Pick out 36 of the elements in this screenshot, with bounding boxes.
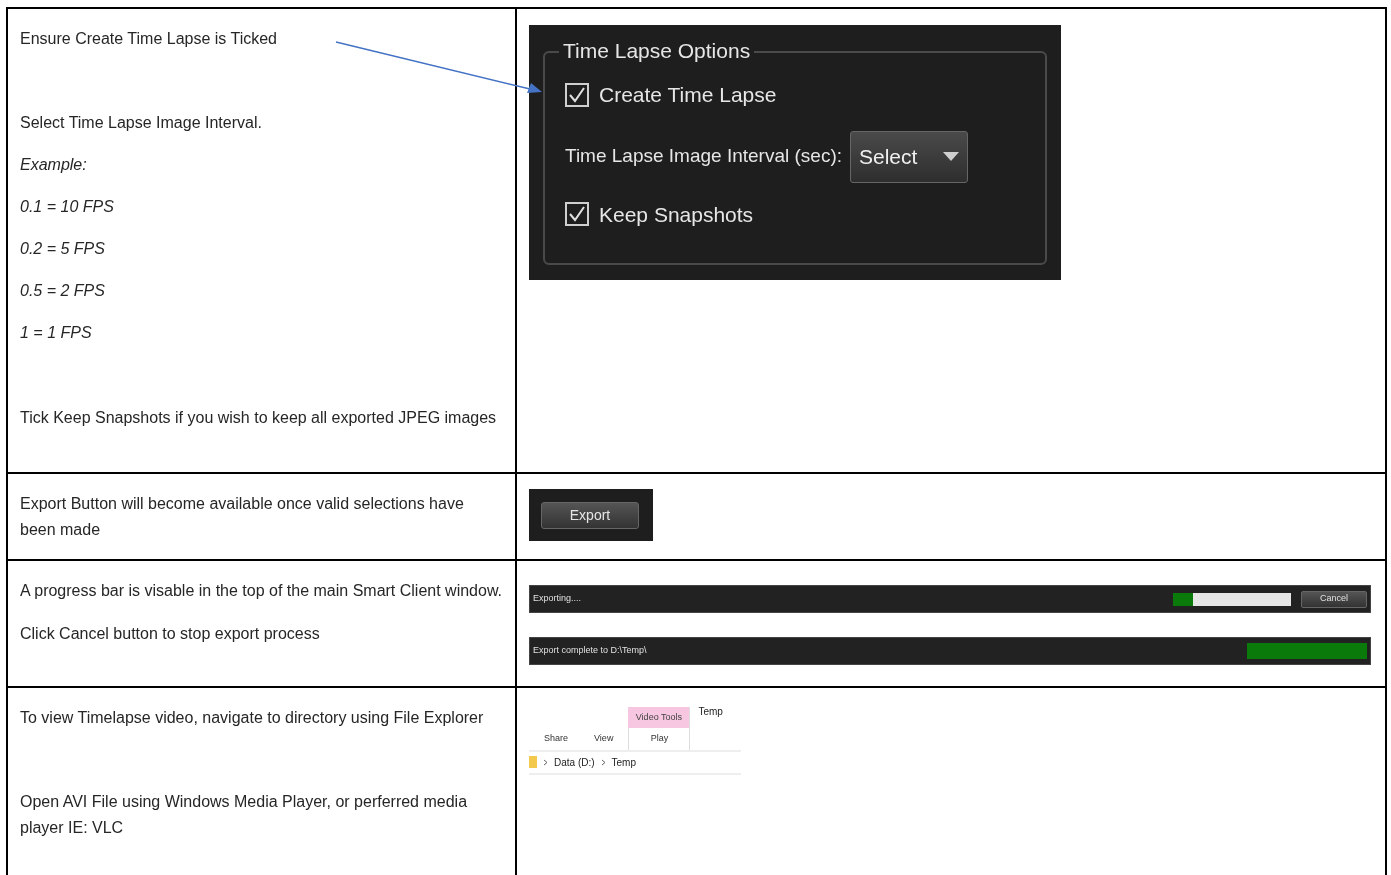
chevron-icon bbox=[543, 758, 548, 766]
caret-icon bbox=[943, 151, 959, 162]
instruction-text: Click Cancel button to stop export process bbox=[20, 624, 321, 644]
ribbon-tab[interactable]: Play bbox=[628, 728, 690, 750]
instruction-text: 0.2 = 5 FPS bbox=[20, 239, 106, 259]
status-text: Export complete to D:\Temp\ bbox=[533, 644, 648, 658]
export-button[interactable]: Export bbox=[541, 501, 639, 529]
instruction-text: 1 = 1 FPS bbox=[20, 323, 93, 343]
folder-icon bbox=[529, 756, 537, 768]
checkbox-label: Create Time Lapse bbox=[599, 82, 777, 108]
instruction-text: A progress bar is visable in the top of the main Smart Client window. bbox=[20, 581, 503, 601]
interval-dropdown[interactable]: Select bbox=[850, 130, 968, 183]
instruction-text: To view Timelapse video, navigate to directory using File Explorer bbox=[20, 708, 485, 728]
instruction-text: Ensure Create Time Lapse is Ticked bbox=[20, 29, 278, 49]
instruction-text: 0.1 = 10 FPS bbox=[20, 197, 115, 217]
breadcrumb-item[interactable]: Temp bbox=[611, 754, 636, 770]
ribbon-tab[interactable]: View bbox=[594, 732, 614, 746]
instruction-text: Example: bbox=[20, 155, 88, 175]
instruction-text: Select Time Lapse Image Interval. bbox=[20, 113, 263, 133]
cancel-button[interactable]: Cancel bbox=[1301, 590, 1367, 608]
instruction-text: Open AVI File using Windows Media Player, or perferred media player IE: VLC bbox=[20, 792, 469, 838]
checkbox-label: Keep Snapshots bbox=[599, 201, 754, 228]
status-text: Exporting.... bbox=[533, 592, 583, 606]
context-tab[interactable]: Video Tools bbox=[628, 706, 690, 728]
window-title: Temp bbox=[698, 705, 723, 719]
chevron-icon bbox=[600, 758, 606, 766]
instruction-text: 0.5 = 2 FPS bbox=[20, 281, 106, 301]
check-icon bbox=[568, 205, 586, 224]
instruction-text: Export Button will become available once valid selections have been made bbox=[20, 494, 465, 540]
interval-label: Time Lapse Image Interval (sec): bbox=[565, 144, 842, 169]
checkbox[interactable] bbox=[565, 202, 589, 227]
breadcrumb-item[interactable]: Data (D:) bbox=[554, 754, 595, 770]
ribbon-tab[interactable]: Share bbox=[544, 732, 569, 746]
instruction-text: Tick Keep Snapshots if you wish to keep all exported JPEG images bbox=[20, 408, 498, 428]
checkbox[interactable] bbox=[565, 82, 589, 107]
check-icon bbox=[568, 85, 586, 104]
